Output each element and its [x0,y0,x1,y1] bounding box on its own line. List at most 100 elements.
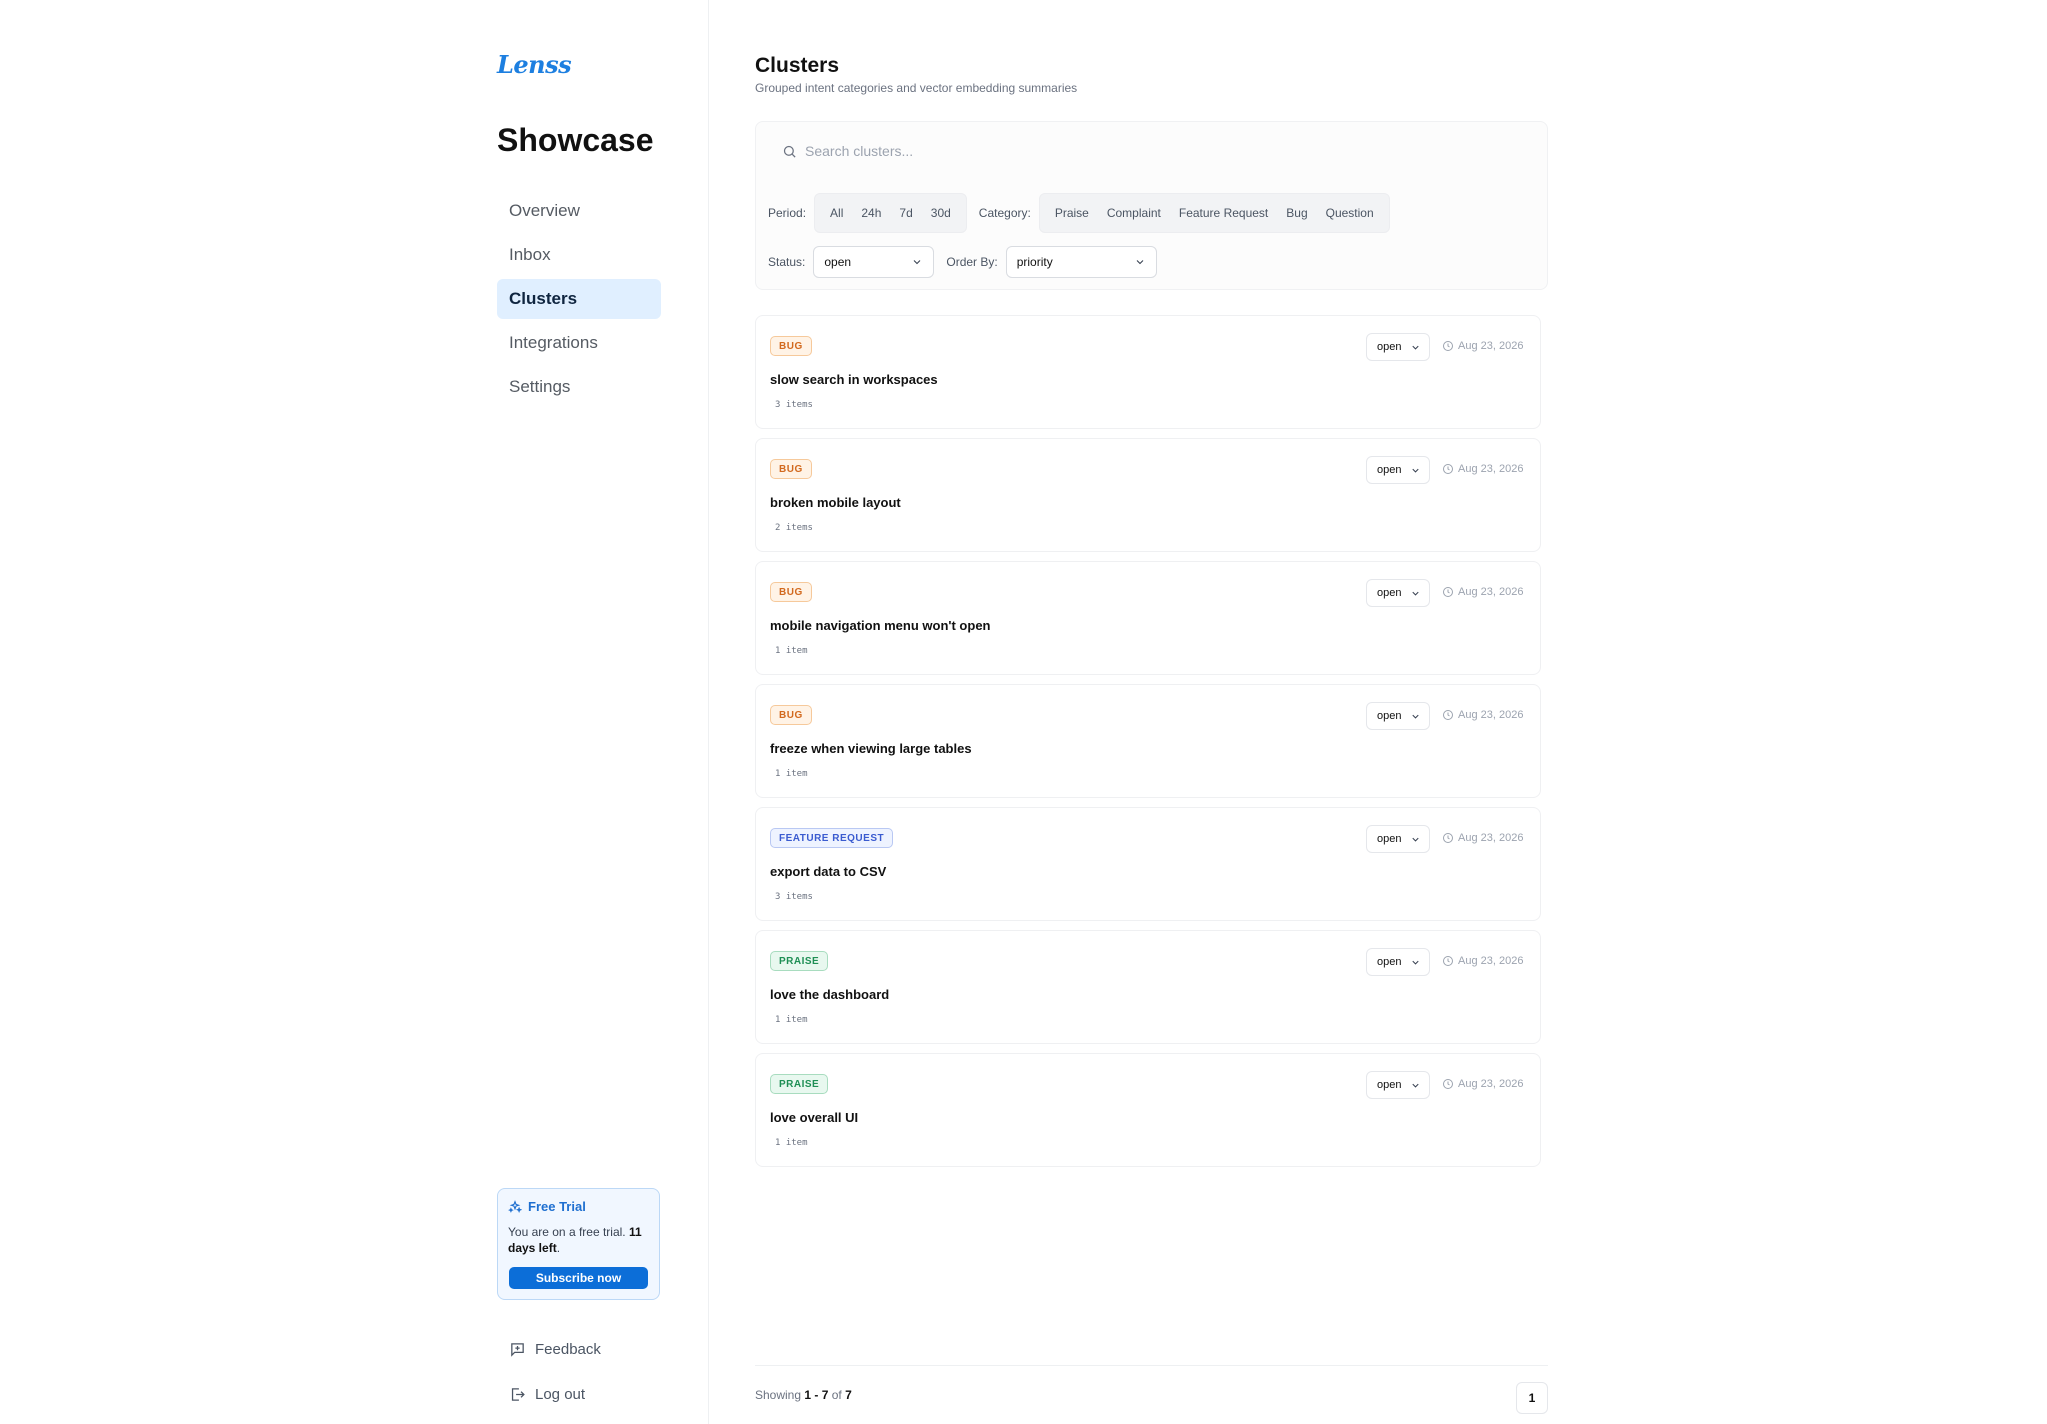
clock-icon [1443,1079,1453,1089]
clock-icon [1443,833,1453,843]
chevron-down-icon [1412,591,1419,596]
category-badge: BUG [770,582,812,602]
cluster-card[interactable]: BUG slow search in workspaces 3 items op… [755,315,1541,429]
category-badge: BUG [770,705,812,725]
cluster-date-text: Aug 23, 2026 [1458,709,1524,721]
showing-of: of [828,1388,846,1402]
cluster-count: 2 items [775,523,813,533]
clock-icon [1443,464,1453,474]
sidebar-item-integrations[interactable]: Integrations [497,323,661,363]
trial-text: You are on a free trial. 11 days left. [508,1224,649,1256]
cluster-status-value: open [1377,587,1402,599]
cluster-date-text: Aug 23, 2026 [1458,955,1524,967]
cluster-card[interactable]: PRAISE love overall UI 1 item open Aug 2… [755,1053,1541,1167]
trial-text-suffix: . [556,1241,561,1255]
clock-icon [1443,710,1453,720]
feedback-link[interactable]: Feedback [509,1341,601,1358]
cluster-status-select[interactable]: open [1366,579,1430,607]
cluster-title: slow search in workspaces [770,372,938,387]
feedback-icon [511,1343,524,1357]
brand-logo[interactable]: Lenss [497,50,572,79]
cluster-count: 3 items [775,400,813,410]
cluster-card[interactable]: PRAISE love the dashboard 1 item open Au… [755,930,1541,1044]
cluster-title: export data to CSV [770,864,887,879]
cluster-status-select[interactable]: open [1366,702,1430,730]
category-badge: PRAISE [770,1074,829,1094]
status-select[interactable]: open [813,246,935,278]
cluster-title: mobile navigation menu won't open [770,618,991,633]
cluster-status-value: open [1377,1079,1402,1091]
chevron-down-icon [1136,260,1144,265]
category-option-bug[interactable]: Bug [1277,206,1316,220]
status-order-row: Status: open Order By: priority [768,246,1157,278]
category-segment: Praise Complaint Feature Request Bug Que… [1038,193,1390,233]
cluster-card[interactable]: FEATURE REQUEST export data to CSV 3 ite… [755,807,1541,921]
main-content: Clusters Grouped intent categories and v… [755,0,1548,1424]
cluster-status-value: open [1377,833,1402,845]
cluster-status-select[interactable]: open [1366,1071,1430,1099]
period-option-all[interactable]: All [821,206,852,220]
search-icon [783,145,796,158]
period-option-7d[interactable]: 7d [890,206,921,220]
cluster-count: 1 item [775,1015,808,1025]
trial-title: Free Trial [528,1199,586,1214]
category-option-praise[interactable]: Praise [1046,206,1098,220]
search-input[interactable]: Search clusters... [770,134,1533,168]
filters-panel: Search clusters... Period: All 24h 7d 30… [755,121,1548,290]
cluster-title: broken mobile layout [770,495,901,510]
category-badge: PRAISE [770,951,829,971]
cluster-status-value: open [1377,710,1402,722]
order-select-value: priority [1016,255,1053,269]
cluster-date: Aug 23, 2026 [1442,1078,1523,1090]
period-option-24h[interactable]: 24h [852,206,890,220]
cluster-status-select[interactable]: open [1366,333,1430,361]
cluster-date: Aug 23, 2026 [1442,586,1523,598]
period-segment: All 24h 7d 30d [814,193,967,233]
subscribe-button[interactable]: Subscribe now [509,1267,648,1289]
cluster-status-select[interactable]: open [1366,948,1430,976]
category-option-feature-request[interactable]: Feature Request [1170,206,1277,220]
sidebar: Lenss Showcase Overview Inbox Clusters I… [497,0,709,1424]
cluster-title: love overall UI [770,1110,859,1125]
cluster-card[interactable]: BUG freeze when viewing large tables 1 i… [755,684,1541,798]
chevron-down-icon [1412,714,1419,719]
page-button-1[interactable]: 1 [1516,1382,1548,1414]
chevron-down-icon [913,260,921,265]
order-select[interactable]: priority [1005,246,1157,278]
chevron-down-icon [1412,960,1419,965]
logout-label: Log out [535,1386,586,1403]
category-badge: BUG [770,336,812,356]
page-subtitle: Grouped intent categories and vector emb… [755,81,1078,95]
logout-icon [511,1388,525,1401]
cluster-card[interactable]: BUG broken mobile layout 2 items open Au… [755,438,1541,552]
sidebar-item-settings[interactable]: Settings [497,367,661,407]
sidebar-item-clusters[interactable]: Clusters [497,279,661,319]
cluster-card[interactable]: BUG mobile navigation menu won't open 1 … [755,561,1541,675]
category-badge: FEATURE REQUEST [770,828,894,848]
category-badge: BUG [770,459,812,479]
chevron-down-icon [1412,837,1419,842]
chevron-down-icon [1412,468,1419,473]
cluster-date: Aug 23, 2026 [1442,709,1523,721]
category-option-question[interactable]: Question [1317,206,1383,220]
feedback-label: Feedback [535,1341,601,1358]
category-label: Category: [978,206,1031,220]
cluster-status-value: open [1377,341,1402,353]
chevron-down-icon [1412,345,1419,350]
sidebar-item-inbox[interactable]: Inbox [497,235,661,275]
status-label: Status: [768,255,806,269]
period-option-30d[interactable]: 30d [922,206,960,220]
cluster-status-select[interactable]: open [1366,456,1430,484]
clock-icon [1443,341,1453,351]
app-root: Lenss Showcase Overview Inbox Clusters I… [0,0,2047,1424]
sparkles-icon [508,1199,522,1213]
category-option-complaint[interactable]: Complaint [1098,206,1170,220]
cluster-date: Aug 23, 2026 [1442,832,1523,844]
sidebar-item-overview[interactable]: Overview [497,191,661,231]
showing-range: 1 - 7 [804,1388,829,1402]
cluster-count: 1 item [775,1138,808,1148]
cluster-status-select[interactable]: open [1366,825,1430,853]
order-label: Order By: [946,255,998,269]
logout-link[interactable]: Log out [509,1386,585,1403]
showing-total: 7 [845,1388,852,1402]
